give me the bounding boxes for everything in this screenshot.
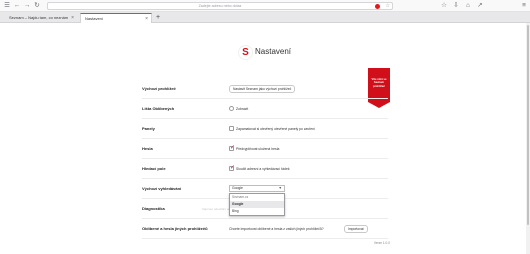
menu-icon[interactable]: ☰ [3, 2, 11, 10]
row-label: Oblíbené a hesla jiných prohlížečů [142, 226, 208, 231]
url-placeholder: Zadejte adresu nebo dotaz [198, 4, 242, 8]
dropdown-option[interactable]: Bing [230, 208, 284, 215]
tab-seznam[interactable]: Seznam – Najdu tam, co neznám × [5, 13, 77, 23]
prefill-passwords-checkbox[interactable]: ✓ [229, 145, 236, 151]
row-label: Lišta Oblíbených [142, 106, 175, 111]
reload-icon[interactable]: ↻ [33, 2, 41, 10]
tab-settings[interactable]: Nastavení × [80, 13, 152, 23]
scrollbar-thumb[interactable] [527, 25, 529, 225]
tab-label: Seznam – Najdu tam, co neznám [9, 15, 69, 20]
tab-label: Nastavení [85, 16, 104, 21]
search-engine-select[interactable]: Google ▼ [229, 185, 285, 192]
set-default-browser-button[interactable]: Nastavit Seznam jako výchozí prohlížeč [229, 85, 296, 93]
share-icon[interactable]: ↗ [476, 2, 484, 10]
option-label: Zobrazit [236, 107, 249, 111]
url-bar[interactable]: Zadejte adresu nebo dotaz ☆ [47, 2, 393, 10]
download-icon[interactable]: ⇩ [452, 2, 460, 10]
import-description: Chcete importovat oblíbené a hesla z vaš… [229, 227, 324, 231]
page-scrollbar[interactable] [526, 23, 530, 254]
page-title: Nastavení [255, 47, 292, 56]
row-label: Hesla [142, 146, 153, 151]
row-label: Diagnostika [142, 206, 165, 211]
row-bookmarks-bar: Lišta Oblíbených Zobrazit [142, 99, 388, 119]
import-button[interactable]: Importovat [344, 225, 368, 233]
row-label: Hledací pole [142, 166, 166, 171]
option-label: Sloučit adresní a vyhledávací řádek [236, 167, 290, 171]
close-icon[interactable]: × [145, 14, 148, 24]
row-label: Výchozí prohlížeč [142, 86, 176, 91]
back-arrow-icon[interactable]: ← [13, 2, 21, 10]
row-default-browser: Výchozí prohlížeč Nastavit Seznam jako v… [142, 79, 388, 99]
dropdown-option[interactable]: Seznam.cz [230, 194, 284, 201]
row-search-field: Hledací pole ✓ Sloučit adresní a vyhledá… [142, 159, 388, 179]
search-engine-dropdown: Seznam.cz Google Bing [229, 193, 285, 216]
option-label: Zapamatovat si otevřený otevřené panely … [236, 127, 315, 131]
dropdown-option[interactable]: Google [230, 201, 284, 208]
merge-bars-checkbox[interactable]: ✓ [229, 165, 236, 171]
row-passwords: Hesla ✓ Předvyplňovat uložená hesla [142, 139, 388, 159]
version-label: Verze 1.0.0 [373, 241, 390, 245]
checkmark-icon: ✓ [230, 165, 236, 171]
remember-panels-checkbox[interactable] [229, 126, 234, 131]
row-import: Oblíbené a hesla jiných prohlížečů Chcet… [142, 219, 388, 239]
row-label: Výchozí vyhledávání [142, 186, 182, 191]
row-panels: Panely Zapamatovat si otevřený otevřené … [142, 119, 388, 139]
show-bookmarks-radio[interactable] [229, 106, 234, 111]
star-icon[interactable]: ☆ [386, 3, 390, 10]
checkmark-icon: ✓ [230, 145, 236, 151]
browser-toolbar: ☰ ← → ↻ Zadejte adresu nebo dotaz ☆ ☆ ⇩ … [0, 0, 530, 12]
select-value: Google [232, 186, 243, 190]
chevron-down-icon: ▼ [278, 186, 282, 190]
forward-arrow-icon[interactable]: → [23, 2, 31, 10]
home-icon[interactable]: ⌂ [464, 2, 472, 10]
seznam-badge-icon[interactable] [375, 4, 380, 9]
row-label: Panely [142, 126, 155, 131]
new-tab-plus-icon[interactable]: + [156, 13, 160, 22]
hamburger-menu-icon[interactable]: ≡ [520, 2, 528, 10]
seznam-logo-icon: S [239, 46, 252, 59]
close-icon[interactable]: × [71, 13, 74, 23]
option-label: Předvyplňovat uložená hesla [236, 147, 280, 151]
tab-strip: Seznam – Najdu tam, co neznám × Nastaven… [0, 12, 530, 23]
star-icon-toolbar[interactable]: ☆ [440, 2, 448, 10]
